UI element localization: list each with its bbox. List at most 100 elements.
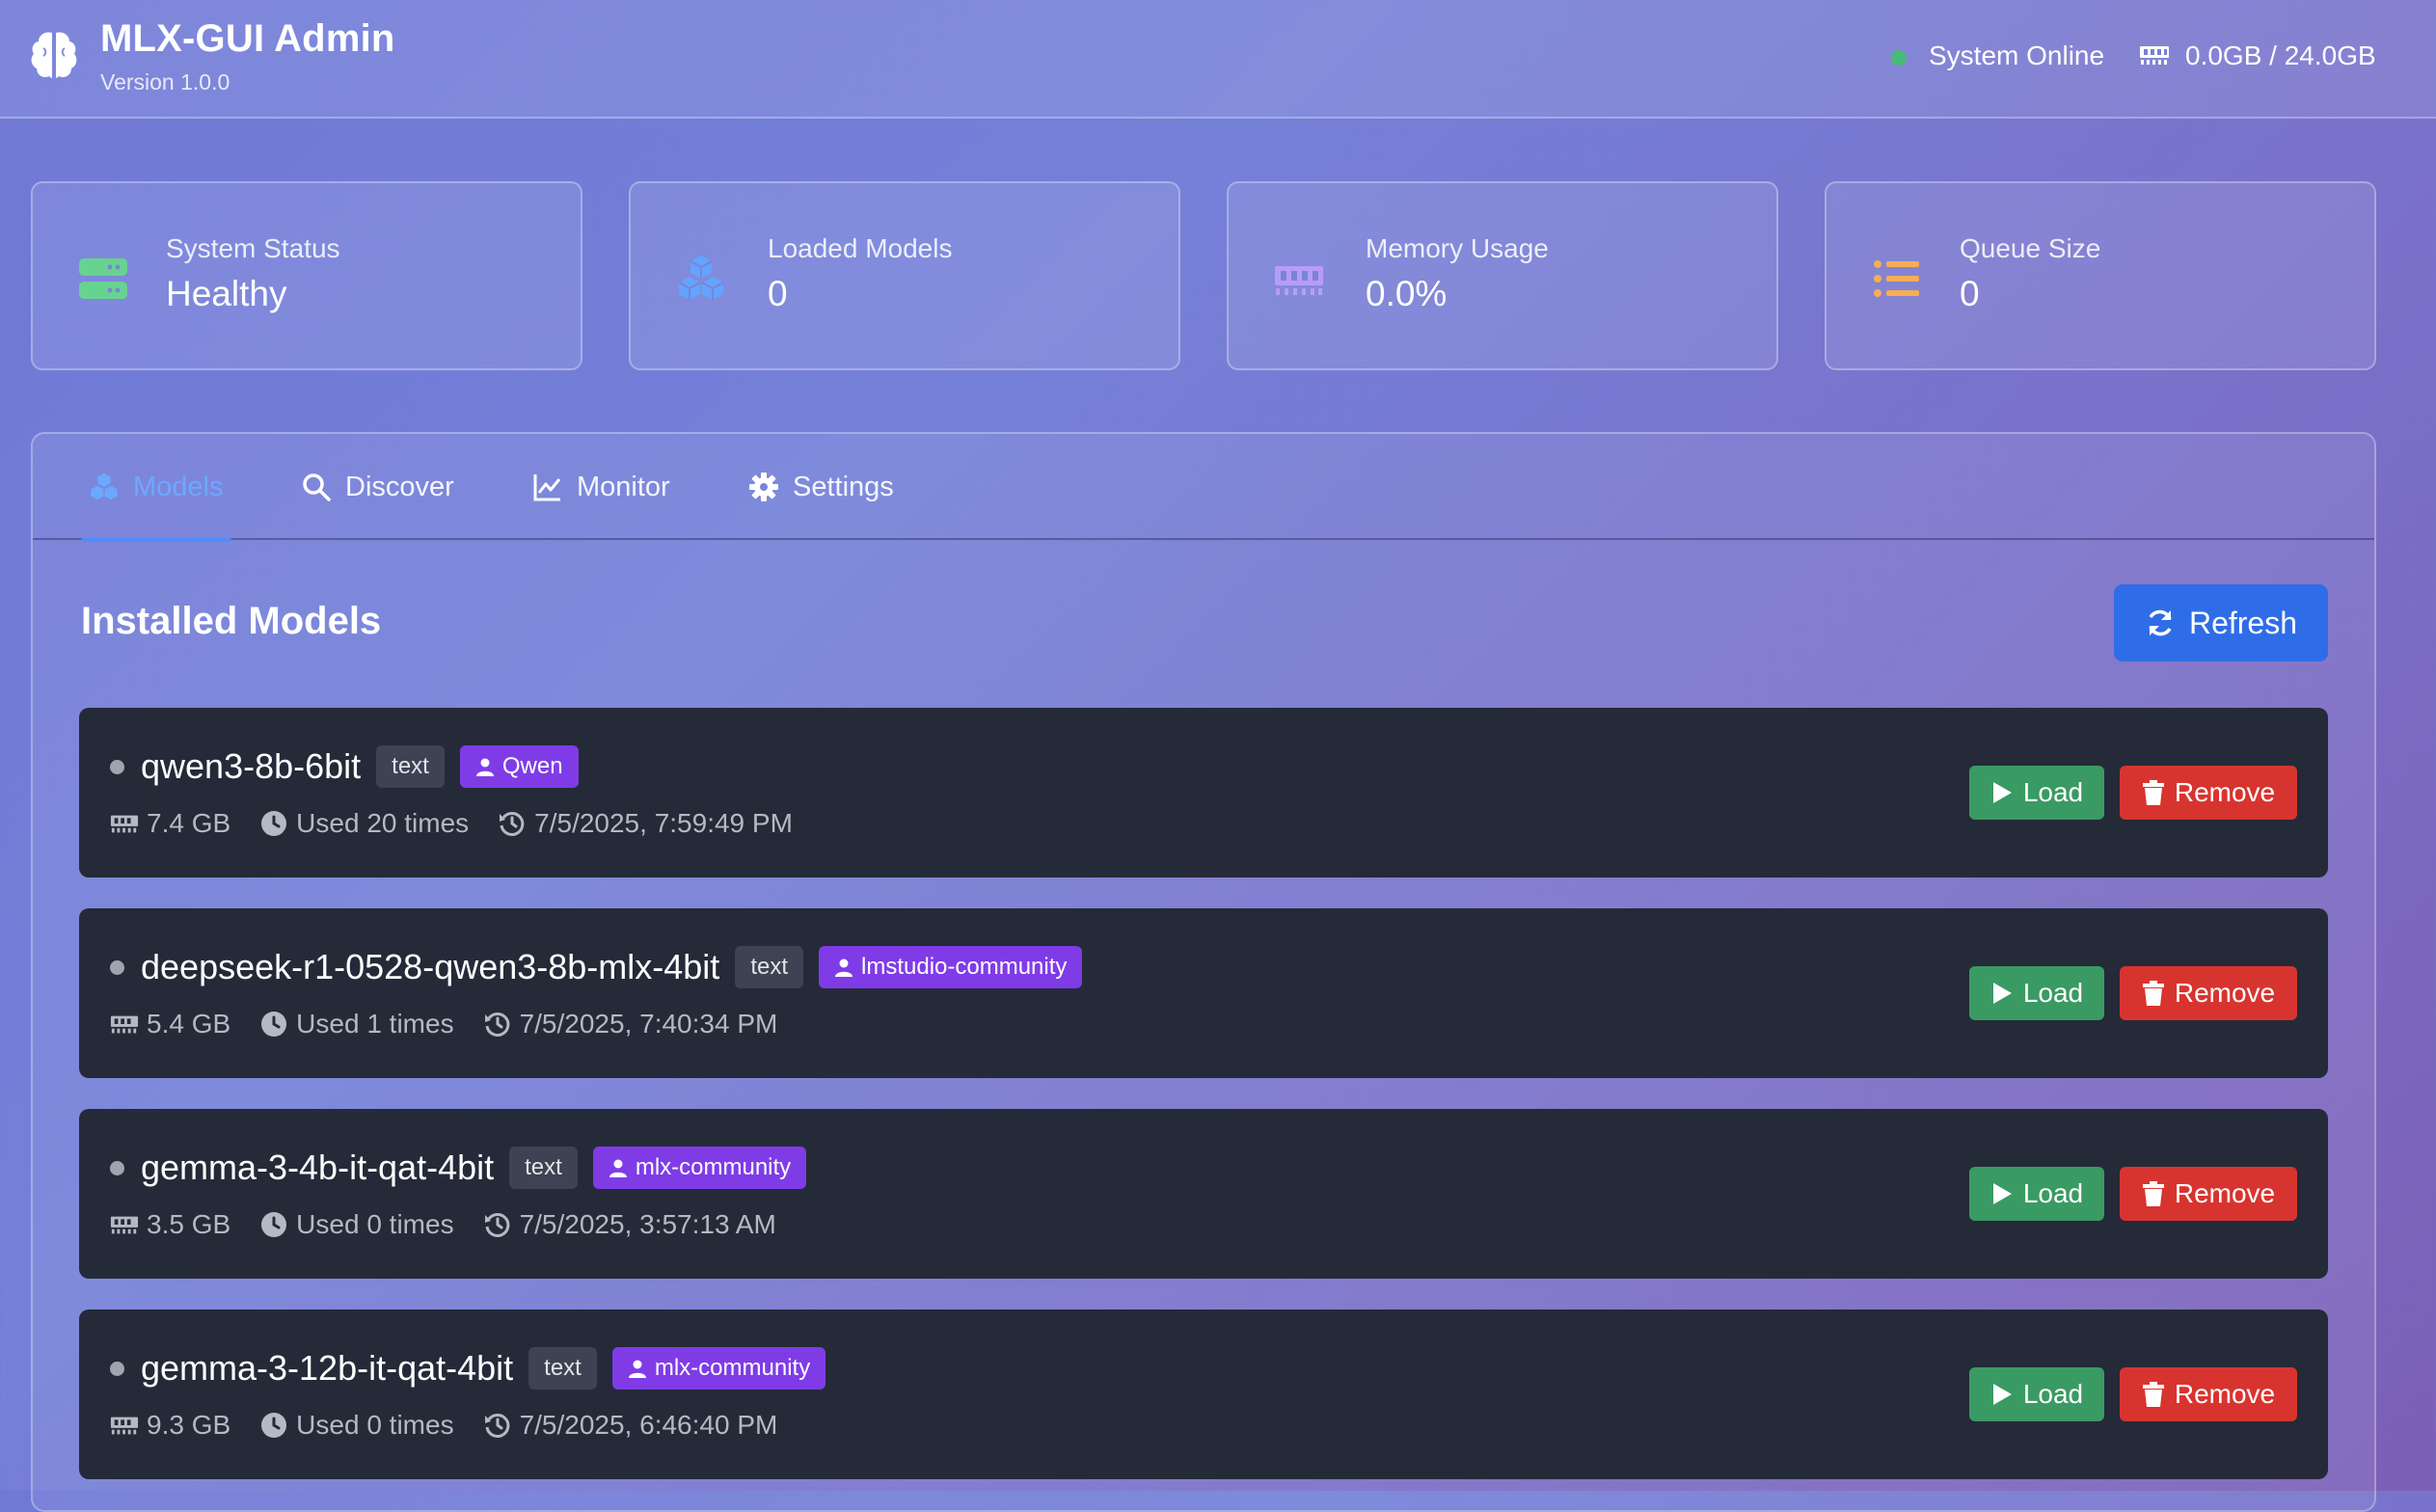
- remove-label: Remove: [2174, 777, 2276, 807]
- tab-models[interactable]: Models: [81, 434, 231, 542]
- tab-bar: Models Discover Monitor Settings: [33, 434, 2374, 542]
- app-title: MLX-GUI Admin: [100, 17, 395, 60]
- stat-card-system-status: System Status Healthy: [31, 181, 582, 370]
- model-last-used: 7/5/2025, 7:59:49 PM: [534, 808, 793, 838]
- stat-card-queue-size: Queue Size 0: [1825, 181, 2376, 370]
- model-card: gemma-3-12b-it-qat-4bit text mlx-communi…: [79, 1310, 2328, 1479]
- model-status-dot: [110, 1161, 124, 1175]
- model-name: deepseek-r1-0528-qwen3-8b-mlx-4bit: [141, 947, 720, 986]
- history-icon: [484, 1212, 509, 1237]
- model-meta: 5.4 GB Used 1 times 7/5/2025, 7:40:34 PM: [110, 1009, 777, 1040]
- clock-icon: [261, 1413, 287, 1438]
- model-size: 5.4 GB: [147, 1009, 231, 1039]
- tab-discover[interactable]: Discover: [301, 434, 454, 540]
- stat-card-loaded-models: Loaded Models 0: [629, 181, 1180, 370]
- section-title: Installed Models: [81, 600, 382, 642]
- user-icon: [609, 1159, 627, 1177]
- history-icon: [484, 1012, 509, 1037]
- model-meta: 7.4 GB Used 20 times 7/5/2025, 7:59:49 P…: [110, 808, 793, 839]
- tab-label: Monitor: [577, 471, 670, 502]
- author-label: mlx-community: [654, 1355, 811, 1381]
- model-status-dot: [110, 1362, 124, 1376]
- memory-icon: [110, 1015, 139, 1034]
- model-name: gemma-3-12b-it-qat-4bit: [141, 1348, 514, 1388]
- history-icon: [484, 1413, 509, 1438]
- model-usage: Used 0 times: [296, 1209, 454, 1239]
- memory-icon: [2140, 46, 2169, 65]
- remove-label: Remove: [2174, 1178, 2276, 1208]
- trash-icon: [2142, 1181, 2164, 1206]
- play-icon: [1992, 983, 2012, 1004]
- stat-value: 0: [768, 274, 788, 313]
- model-meta: 3.5 GB Used 0 times 7/5/2025, 3:57:13 AM: [110, 1209, 776, 1240]
- model-author-badge: mlx-community: [611, 1347, 826, 1390]
- model-size: 9.3 GB: [147, 1410, 231, 1440]
- author-label: mlx-community: [635, 1154, 792, 1180]
- trash-icon: [2142, 1382, 2164, 1407]
- gear-icon: [749, 472, 778, 501]
- tab-label: Settings: [793, 471, 894, 502]
- status-dot-icon: [1891, 50, 1907, 66]
- remove-label: Remove: [2174, 978, 2276, 1008]
- model-type-badge: text: [735, 946, 803, 988]
- model-last-used: 7/5/2025, 3:57:13 AM: [519, 1209, 776, 1239]
- load-label: Load: [2022, 978, 2084, 1008]
- play-icon: [1992, 782, 2012, 803]
- model-usage: Used 0 times: [296, 1410, 454, 1440]
- user-icon: [835, 958, 853, 977]
- tab-label: Models: [133, 471, 224, 502]
- stat-value: 0: [1960, 274, 1980, 313]
- load-label: Load: [2022, 777, 2084, 807]
- play-icon: [1992, 1183, 2012, 1204]
- remove-button[interactable]: Remove: [2120, 966, 2297, 1020]
- refresh-button[interactable]: Refresh: [2114, 584, 2328, 662]
- refresh-label: Refresh: [2188, 605, 2298, 640]
- load-button[interactable]: Load: [1969, 766, 2104, 820]
- model-author-badge: lmstudio-community: [819, 946, 1083, 988]
- stat-label: Queue Size: [1960, 233, 2101, 263]
- model-meta: 9.3 GB Used 0 times 7/5/2025, 6:46:40 PM: [110, 1410, 777, 1441]
- remove-button[interactable]: Remove: [2120, 1167, 2297, 1221]
- user-icon: [628, 1360, 646, 1378]
- model-name: qwen3-8b-6bit: [141, 746, 362, 786]
- model-card: qwen3-8b-6bit text Qwen 7.4 GB Used 20 t…: [79, 708, 2328, 878]
- app-header: MLX-GUI Admin Version 1.0.0 System Onlin…: [0, 0, 2436, 119]
- model-card: gemma-3-4b-it-qat-4bit text mlx-communit…: [79, 1109, 2328, 1279]
- cubes-icon: [678, 256, 724, 300]
- model-status-dot: [110, 960, 124, 975]
- model-type-badge: text: [376, 745, 445, 788]
- memory-icon: [110, 1417, 139, 1435]
- model-last-used: 7/5/2025, 6:46:40 PM: [519, 1410, 778, 1440]
- stat-label: Memory Usage: [1366, 233, 1549, 263]
- load-button[interactable]: Load: [1969, 1367, 2104, 1421]
- stat-value: 0.0%: [1366, 274, 1448, 313]
- history-icon: [500, 811, 525, 836]
- stat-card-memory-usage: Memory Usage 0.0%: [1227, 181, 1778, 370]
- server-icon: [79, 258, 127, 299]
- refresh-icon: [2149, 609, 2172, 636]
- load-button[interactable]: Load: [1969, 1167, 2104, 1221]
- model-size: 3.5 GB: [147, 1209, 231, 1239]
- brain-icon: [31, 32, 77, 78]
- tab-settings[interactable]: Settings: [748, 434, 894, 540]
- memory-icon: [110, 1216, 139, 1234]
- search-icon: [303, 473, 331, 501]
- remove-label: Remove: [2174, 1379, 2276, 1409]
- clock-icon: [261, 1212, 287, 1237]
- system-status-text: System Online: [1929, 40, 2105, 70]
- stat-value: Healthy: [166, 274, 287, 313]
- load-button[interactable]: Load: [1969, 966, 2104, 1020]
- remove-button[interactable]: Remove: [2120, 766, 2297, 820]
- model-usage: Used 20 times: [296, 808, 470, 838]
- trash-icon: [2142, 780, 2164, 805]
- load-label: Load: [2022, 1178, 2084, 1208]
- model-name: gemma-3-4b-it-qat-4bit: [141, 1148, 495, 1187]
- remove-button[interactable]: Remove: [2120, 1367, 2297, 1421]
- model-size: 7.4 GB: [147, 808, 231, 838]
- author-label: lmstudio-community: [861, 954, 1068, 980]
- load-label: Load: [2022, 1379, 2084, 1409]
- stat-label: System Status: [166, 233, 340, 263]
- model-author-badge: mlx-community: [592, 1147, 807, 1189]
- model-type-badge: text: [509, 1147, 578, 1189]
- tab-monitor[interactable]: Monitor: [532, 434, 670, 540]
